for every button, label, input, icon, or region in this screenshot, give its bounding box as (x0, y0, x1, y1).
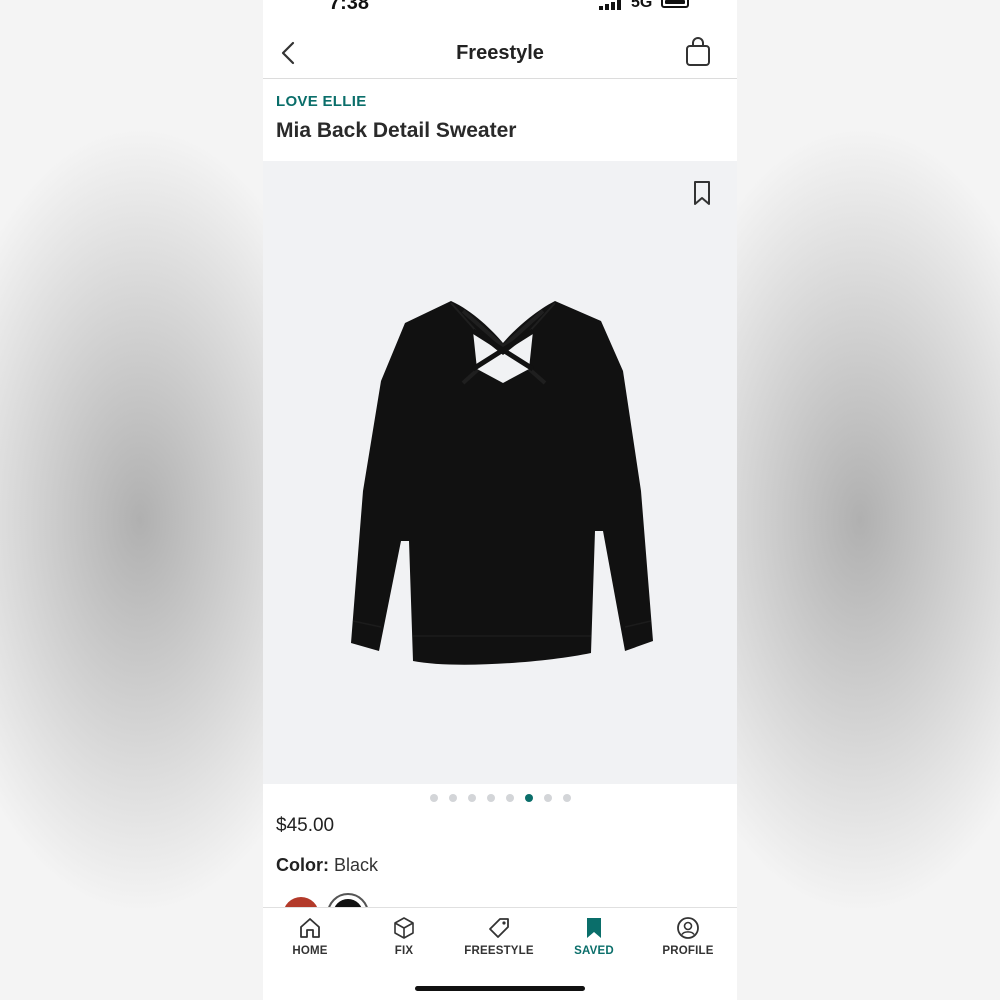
product-image-carousel[interactable] (263, 161, 737, 784)
status-time: 7:38 (329, 0, 370, 14)
carousel-pagination (263, 794, 737, 802)
tab-fix-label: FIX (394, 945, 414, 957)
carousel-dot-active[interactable] (524, 794, 533, 802)
shopping-bag-icon[interactable] (683, 36, 713, 68)
carousel-dot[interactable] (543, 794, 552, 802)
carousel-dot[interactable] (562, 794, 571, 802)
tab-profile-label: PROFILE (662, 945, 714, 957)
product-title: Mia Back Detail Sweater (276, 119, 517, 142)
product-image-sweater (351, 301, 653, 665)
bookmark-icon (587, 918, 601, 938)
top-nav-bar: Freestyle (263, 28, 737, 79)
carousel-dot[interactable] (486, 794, 495, 802)
color-label: Color: (276, 855, 329, 875)
brand-name[interactable]: LOVE ELLIE (276, 93, 367, 110)
home-indicator[interactable] (415, 986, 585, 991)
tab-fix[interactable]: FIX (357, 916, 451, 957)
color-selection-label: Color: Black (276, 855, 378, 876)
status-bar: 7:38 5G (263, 0, 737, 14)
carousel-dot[interactable] (429, 794, 438, 802)
network-type: 5G (631, 0, 653, 11)
box-icon (394, 917, 414, 939)
tab-saved-label: SAVED (574, 945, 614, 957)
tab-home[interactable]: HOME (263, 916, 357, 957)
signal-icon (599, 0, 621, 10)
tab-profile[interactable]: PROFILE (641, 916, 735, 957)
product-price: $45.00 (276, 815, 335, 836)
carousel-dot[interactable] (505, 794, 514, 802)
tab-home-label: HOME (292, 945, 328, 957)
page-title: Freestyle (456, 42, 544, 64)
tab-saved[interactable]: SAVED (547, 916, 641, 957)
profile-icon (677, 917, 699, 939)
tab-freestyle-label: FREESTYLE (464, 945, 534, 957)
battery-icon (661, 0, 689, 8)
tag-icon (489, 918, 509, 938)
home-icon (300, 918, 320, 938)
carousel-dot[interactable] (467, 794, 476, 802)
tab-freestyle[interactable]: FREESTYLE (452, 916, 546, 957)
carousel-dot[interactable] (448, 794, 457, 802)
color-value: Black (334, 855, 379, 875)
phone-screen: 7:38 5G Freestyle LOVE ELLIE Mia Back De… (263, 0, 737, 1000)
bottom-tab-bar: HOME FIX FREESTYLE SAVED PROFILE (263, 907, 737, 1000)
save-bookmark-icon[interactable] (691, 179, 713, 207)
